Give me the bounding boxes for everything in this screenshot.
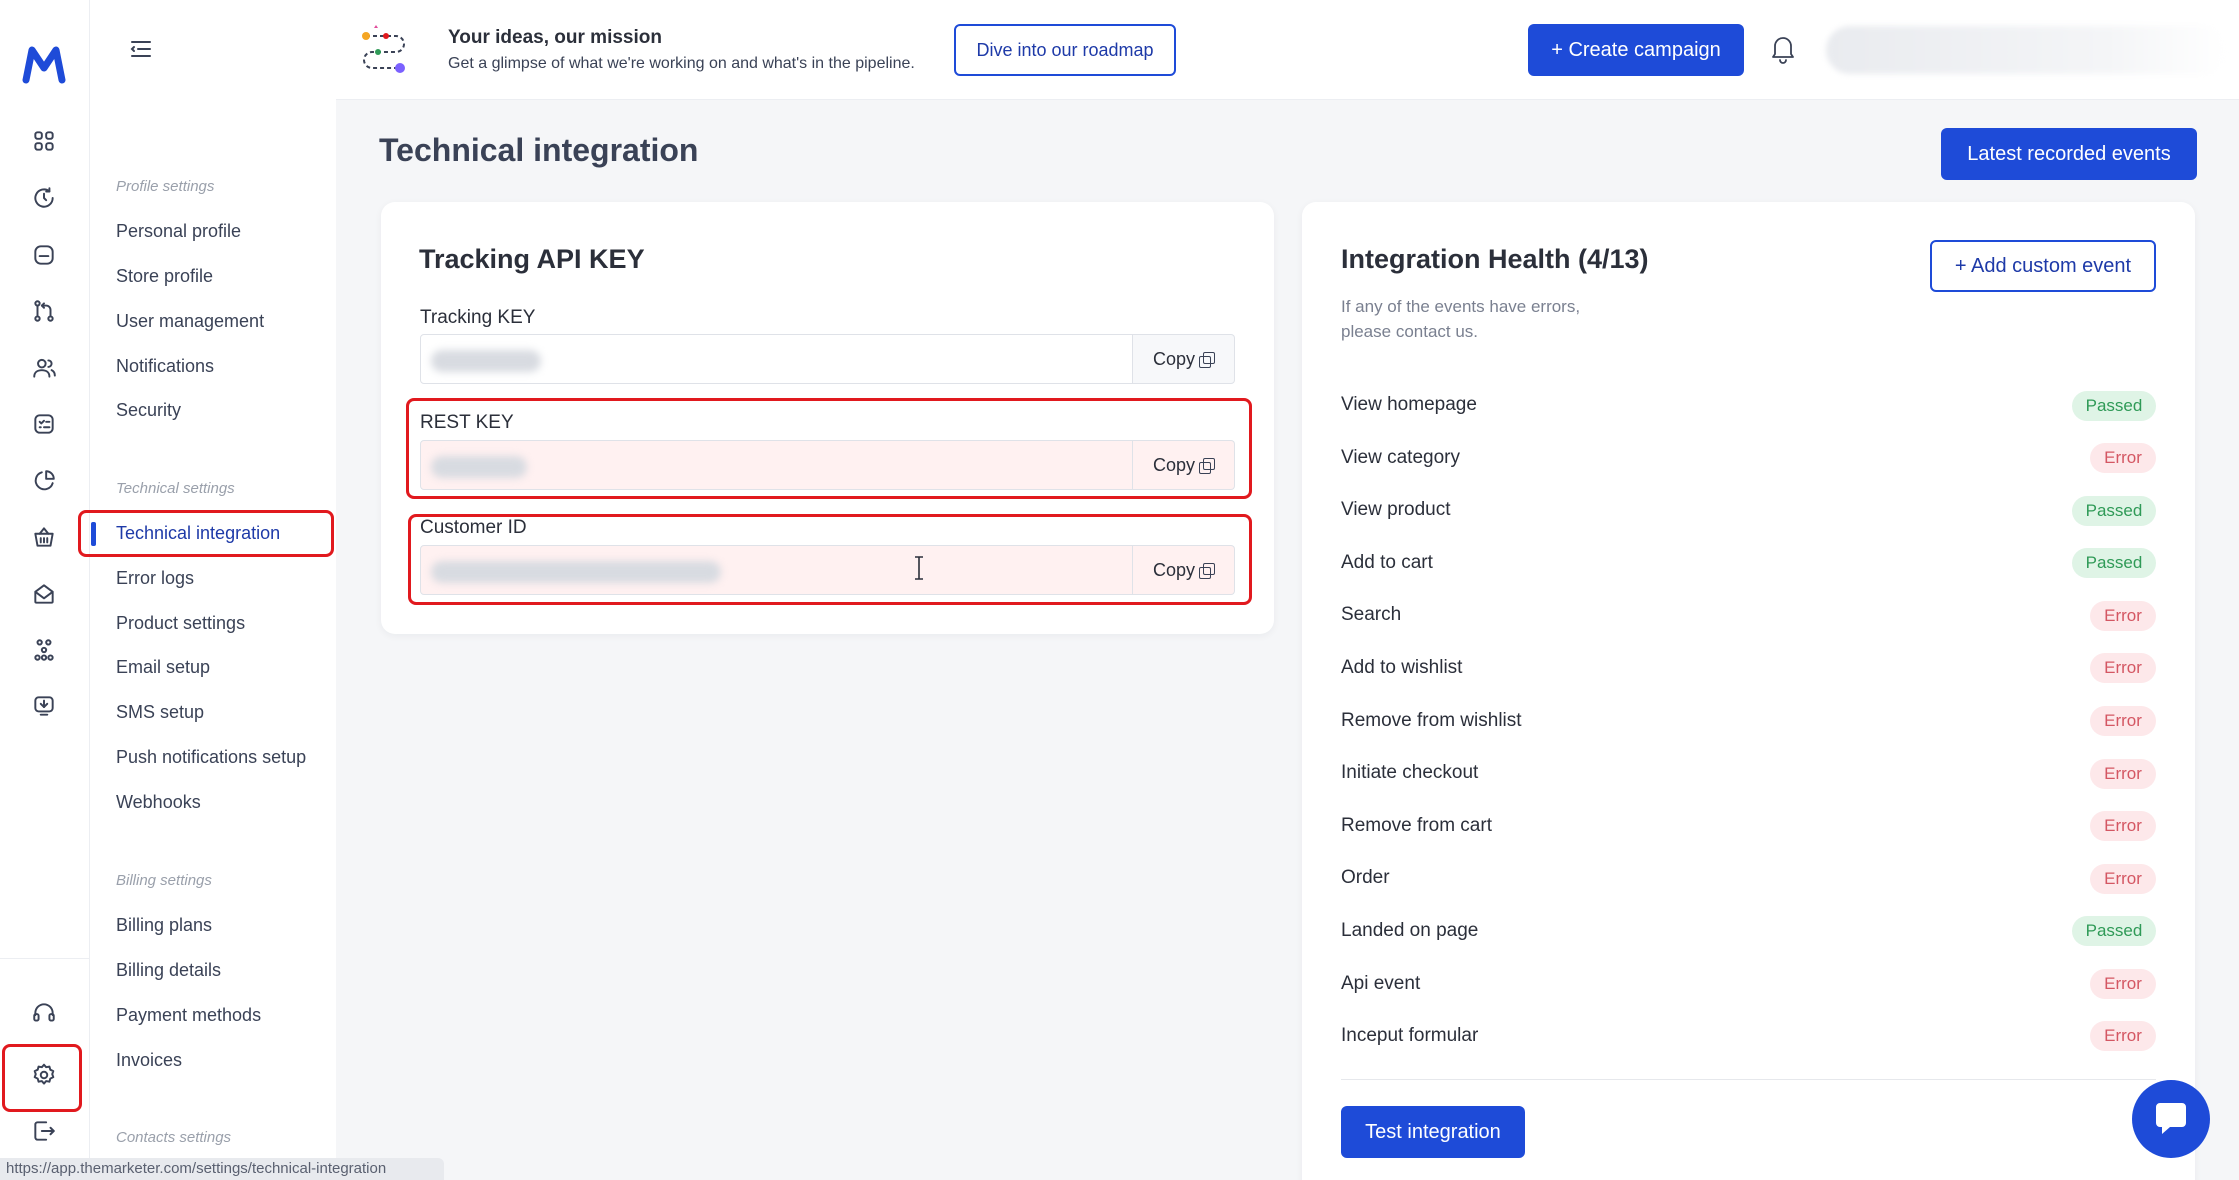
workflow-icon[interactable] bbox=[27, 294, 61, 328]
test-integration-button[interactable]: Test integration bbox=[1341, 1106, 1525, 1158]
chat-icon bbox=[2156, 1103, 2186, 1134]
sidebar-item-product-settings[interactable]: Product settings bbox=[116, 613, 245, 634]
tracking-key-field[interactable] bbox=[420, 334, 1133, 384]
latest-recorded-events-button[interactable]: Latest recorded events bbox=[1941, 128, 2197, 180]
customer-id-field[interactable] bbox=[420, 545, 1133, 595]
status-badge: Passed bbox=[2072, 548, 2156, 578]
status-badge: Error bbox=[2090, 969, 2156, 999]
sidebar-item-user-management[interactable]: User management bbox=[116, 311, 264, 332]
status-badge: Error bbox=[2090, 601, 2156, 631]
sidebar-item-sms-setup[interactable]: SMS setup bbox=[116, 702, 204, 723]
text-cursor-icon bbox=[915, 556, 923, 580]
status-badge: Error bbox=[2090, 653, 2156, 683]
clock-refresh-icon[interactable] bbox=[27, 181, 61, 215]
roadmap-subtitle: Get a glimpse of what we're working on a… bbox=[448, 55, 915, 72]
settings-sidebar: Profile settings Personal profile Store … bbox=[90, 0, 336, 1180]
gear-icon[interactable] bbox=[27, 1058, 61, 1092]
customer-id-label: Customer ID bbox=[420, 517, 527, 538]
status-badge: Error bbox=[2090, 706, 2156, 736]
rest-key-field[interactable] bbox=[420, 440, 1133, 490]
top-bar: Your ideas, our mission Get a glimpse of… bbox=[336, 0, 2239, 100]
integration-health-title: Integration Health (4/13) bbox=[1341, 244, 1649, 274]
logout-icon[interactable] bbox=[27, 1114, 61, 1148]
status-bar-url: https://app.themarketer.com/settings/tec… bbox=[0, 1158, 444, 1180]
status-badge: Error bbox=[2090, 759, 2156, 789]
sidebar-item-push-notifications-setup[interactable]: Push notifications setup bbox=[116, 747, 306, 768]
event-name: Remove from wishlist bbox=[1341, 710, 1522, 731]
network-icon[interactable] bbox=[27, 633, 61, 667]
headset-icon[interactable] bbox=[27, 996, 61, 1030]
customer-id-copy-button[interactable]: Copy bbox=[1133, 545, 1235, 595]
icon-rail bbox=[0, 0, 90, 1180]
pie-chart-icon[interactable] bbox=[27, 464, 61, 498]
add-custom-event-button[interactable]: + Add custom event bbox=[1930, 240, 2156, 292]
status-badge: Error bbox=[2090, 1021, 2156, 1051]
event-name: Initiate checkout bbox=[1341, 762, 1479, 783]
sidebar-item-payment-methods[interactable]: Payment methods bbox=[116, 1005, 261, 1026]
sidebar-item-personal-profile[interactable]: Personal profile bbox=[116, 221, 241, 242]
event-name: Order bbox=[1341, 867, 1390, 888]
copy-icon bbox=[1199, 562, 1216, 579]
user-account-menu[interactable] bbox=[1826, 26, 2226, 74]
sidebar-item-store-profile[interactable]: Store profile bbox=[116, 266, 213, 287]
status-badge: Passed bbox=[2072, 496, 2156, 526]
event-name: Landed on page bbox=[1341, 920, 1479, 941]
event-name: Api event bbox=[1341, 973, 1421, 994]
tracking-key-copy-button[interactable]: Copy bbox=[1133, 334, 1235, 384]
active-item-indicator bbox=[91, 522, 96, 546]
sidebar-group-profile-settings: Profile settings bbox=[116, 178, 215, 195]
dashboard-icon[interactable] bbox=[27, 124, 61, 158]
basket-icon[interactable] bbox=[27, 520, 61, 554]
status-badge: Error bbox=[2090, 443, 2156, 473]
event-name: Remove from cart bbox=[1341, 815, 1492, 836]
event-name: Add to cart bbox=[1341, 552, 1433, 573]
chat-widget-button[interactable] bbox=[2132, 1080, 2210, 1158]
sidebar-item-error-logs[interactable]: Error logs bbox=[116, 568, 194, 589]
status-badge: Passed bbox=[2072, 916, 2156, 946]
sidebar-item-billing-details[interactable]: Billing details bbox=[116, 960, 221, 981]
sidebar-item-invoices[interactable]: Invoices bbox=[116, 1050, 182, 1071]
checklist-icon[interactable] bbox=[27, 407, 61, 441]
mail-open-icon[interactable] bbox=[27, 577, 61, 611]
health-divider bbox=[1341, 1079, 2156, 1080]
tracking-key-label: Tracking KEY bbox=[420, 307, 536, 328]
page-title: Technical integration bbox=[379, 132, 699, 168]
copy-icon bbox=[1199, 457, 1216, 474]
integration-health-subtitle: If any of the events have errors, please… bbox=[1341, 297, 1581, 341]
roadmap-button[interactable]: Dive into our roadmap bbox=[954, 24, 1176, 76]
bell-icon[interactable] bbox=[1768, 32, 1798, 64]
sidebar-item-security[interactable]: Security bbox=[116, 400, 181, 421]
sidebar-item-notifications[interactable]: Notifications bbox=[116, 356, 214, 377]
event-name: View homepage bbox=[1341, 394, 1477, 415]
event-name: Search bbox=[1341, 604, 1402, 625]
copy-icon bbox=[1199, 351, 1216, 368]
event-name: View product bbox=[1341, 499, 1451, 520]
event-name: View category bbox=[1341, 447, 1460, 468]
roadmap-title: Your ideas, our mission bbox=[448, 27, 662, 48]
event-name: Inceput formular bbox=[1341, 1025, 1479, 1046]
menu-collapse-icon[interactable] bbox=[128, 36, 154, 62]
sidebar-item-webhooks[interactable]: Webhooks bbox=[116, 792, 201, 813]
sidebar-group-technical-settings: Technical settings bbox=[116, 480, 235, 497]
status-badge: Error bbox=[2090, 811, 2156, 841]
rest-key-label: REST KEY bbox=[420, 412, 514, 433]
sidebar-item-email-setup[interactable]: Email setup bbox=[116, 657, 210, 678]
contacts-icon[interactable] bbox=[27, 351, 61, 385]
active-item-highlight-box bbox=[78, 510, 334, 557]
inbox-icon[interactable] bbox=[27, 238, 61, 272]
rest-key-copy-button[interactable]: Copy bbox=[1133, 440, 1235, 490]
create-campaign-button[interactable]: + Create campaign bbox=[1528, 24, 1744, 76]
sidebar-group-billing-settings: Billing settings bbox=[116, 872, 212, 889]
event-name: Add to wishlist bbox=[1341, 657, 1463, 678]
status-badge: Error bbox=[2090, 864, 2156, 894]
themarketer-logo[interactable] bbox=[22, 44, 66, 84]
download-monitor-icon[interactable] bbox=[27, 689, 61, 723]
tracking-card-title: Tracking API KEY bbox=[419, 244, 645, 274]
status-badge: Passed bbox=[2072, 391, 2156, 421]
roadmap-icon bbox=[362, 25, 405, 73]
sidebar-item-billing-plans[interactable]: Billing plans bbox=[116, 915, 212, 936]
rail-divider bbox=[0, 958, 90, 959]
sidebar-group-contacts-settings: Contacts settings bbox=[116, 1129, 232, 1146]
